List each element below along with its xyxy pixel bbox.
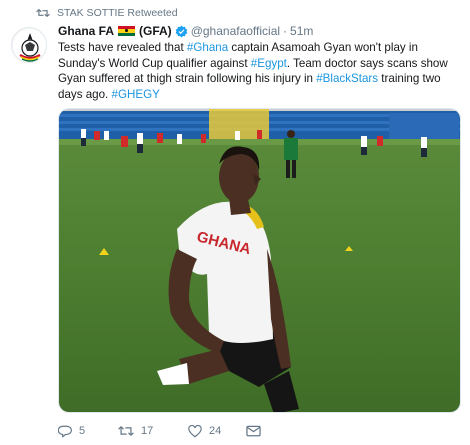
heart-icon <box>188 424 202 438</box>
author-name[interactable]: Ghana FA <box>58 24 114 38</box>
retweet-context-label: STAK SOTTIE Retweeted <box>57 7 178 19</box>
tweet-photo[interactable]: GHANA <box>58 108 461 413</box>
retweet-context[interactable]: STAK SOTTIE Retweeted <box>36 6 178 20</box>
header-separator: · <box>283 24 288 38</box>
hashtag-ghegy[interactable]: #GHEGY <box>112 88 160 101</box>
envelope-icon <box>246 425 261 437</box>
training-photo: GHANA <box>59 109 460 412</box>
author-name-suffix[interactable]: (GFA) <box>139 24 172 38</box>
retweet-icon <box>118 425 134 437</box>
verified-badge-icon <box>175 25 188 38</box>
tweet-text: Tests have revealed that #Ghana captain … <box>58 40 458 102</box>
like-button[interactable]: 24 <box>188 424 246 438</box>
hashtag-blackstars[interactable]: #BlackStars <box>316 72 378 85</box>
ghana-fa-logo-icon <box>13 29 46 62</box>
hashtag-ghana[interactable]: #Ghana <box>187 41 228 54</box>
like-count: 24 <box>209 425 222 437</box>
tweet-actions: 5 17 24 <box>58 423 266 439</box>
author-handle[interactable]: @ghanafaofficial <box>191 24 280 38</box>
flag-stripe-yellow <box>118 29 136 33</box>
retweet-count: 17 <box>141 425 154 437</box>
reply-button[interactable]: 5 <box>58 425 118 438</box>
avatar[interactable] <box>11 27 47 63</box>
flag-stripe-green <box>118 32 136 37</box>
ghana-flag-icon <box>118 25 136 37</box>
direct-message-button[interactable] <box>246 425 266 437</box>
reply-icon <box>58 425 72 438</box>
retweet-button[interactable]: 17 <box>118 425 188 437</box>
tweet-timestamp[interactable]: 51m <box>290 24 313 38</box>
reply-count: 5 <box>79 425 86 437</box>
tweet-header: Ghana FA (GFA) @ghanafaofficial · 51m <box>58 22 313 40</box>
hashtag-egypt[interactable]: #Egypt <box>251 57 287 70</box>
retweet-small-icon <box>36 8 52 18</box>
tweet-text-segment: Tests have revealed that <box>58 41 187 54</box>
